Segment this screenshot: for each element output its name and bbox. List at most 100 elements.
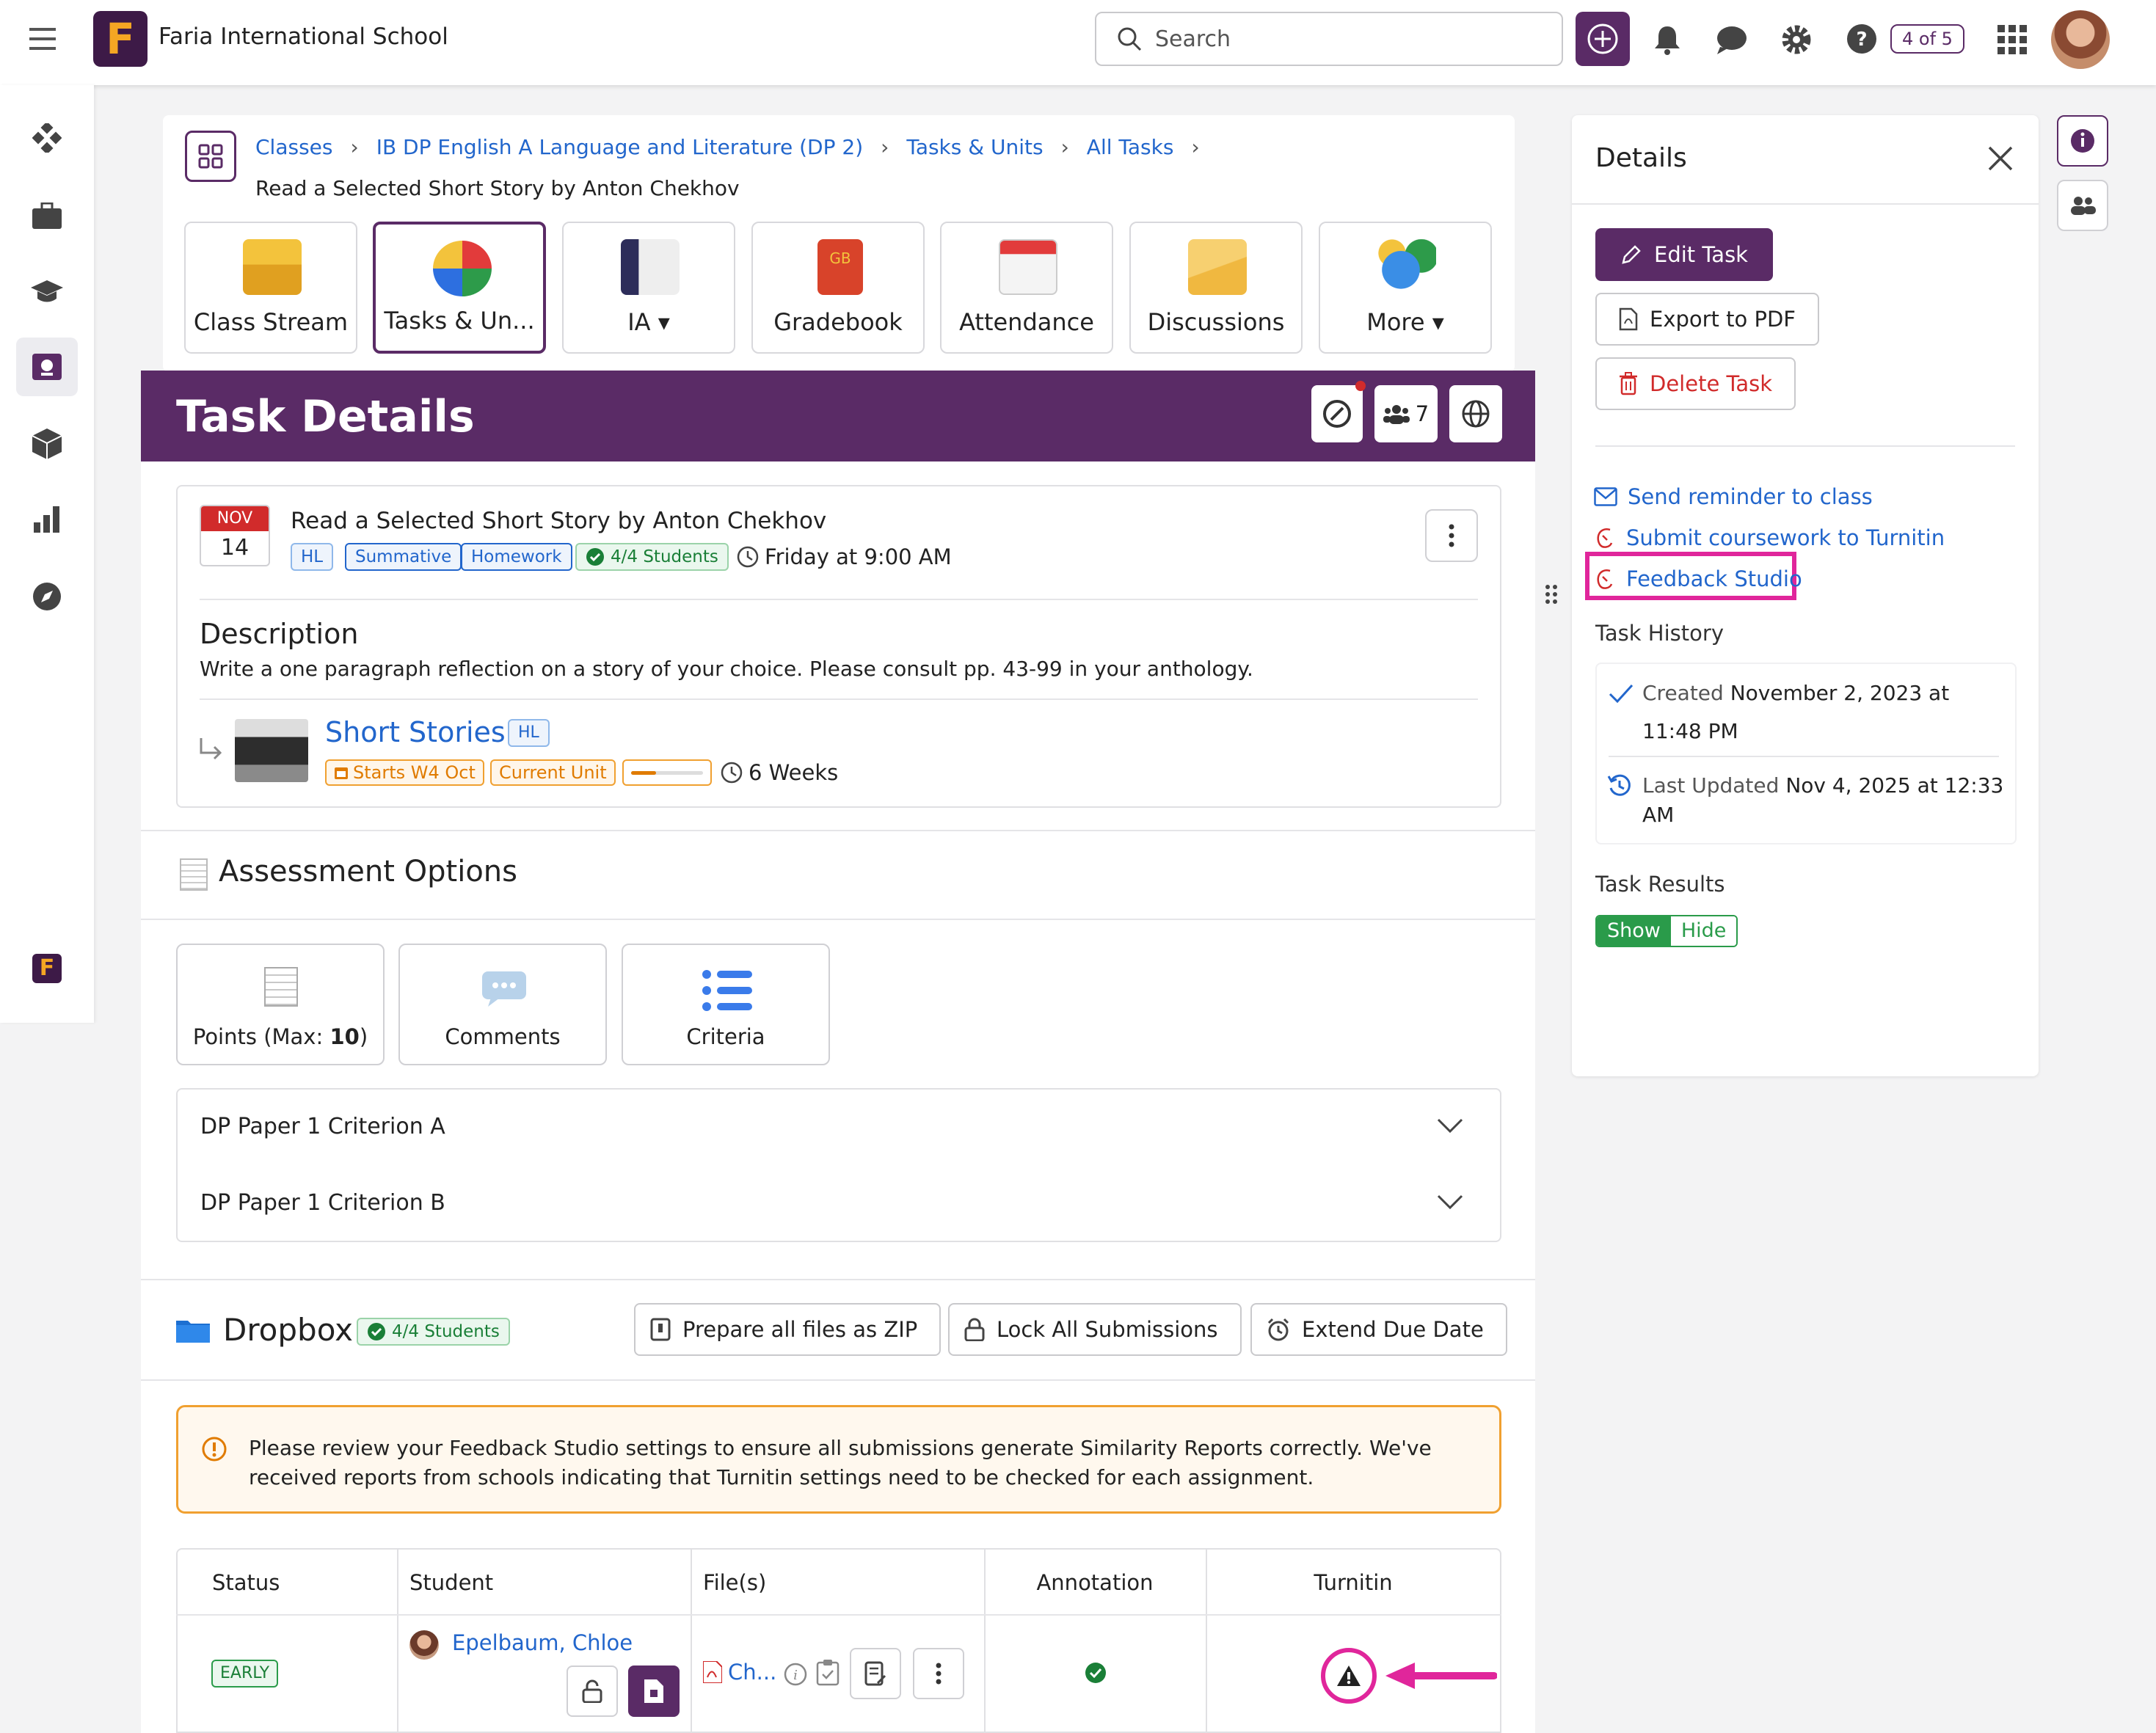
results-toggle: Show Hide [1595, 915, 1738, 947]
globe-button[interactable] [1449, 385, 1502, 442]
zip-button[interactable]: Prepare all files as ZIP [634, 1303, 942, 1356]
student-file-button[interactable] [628, 1665, 680, 1717]
column-turnitin[interactable]: Turnitin [1206, 1570, 1500, 1595]
table-header-divider [176, 1614, 1501, 1616]
unit-progress-bar [622, 759, 712, 786]
dashboard-icon[interactable] [32, 123, 62, 153]
drag-handle-icon[interactable] [1545, 584, 1557, 605]
globe-icon [1462, 400, 1490, 428]
description-heading: Description [200, 618, 359, 650]
ia-icon [621, 239, 680, 295]
column-student[interactable]: Student [409, 1570, 493, 1595]
clock-icon [737, 546, 759, 568]
hide-toggle[interactable]: Hide [1670, 916, 1737, 946]
faria-logo-small[interactable]: F [32, 954, 62, 983]
tile-attendance[interactable]: Attendance [940, 222, 1113, 354]
warning-circle-icon [202, 1437, 227, 1462]
points-option[interactable]: Points (Max: 10) [176, 944, 385, 1065]
info-filled-icon [2071, 129, 2094, 153]
grade-sheet-button[interactable] [850, 1648, 901, 1699]
file-icon [644, 1679, 663, 1703]
page-title: Task Details [176, 391, 475, 442]
chat-icon[interactable] [1716, 25, 1748, 54]
bar-chart-icon[interactable] [34, 506, 60, 533]
gear-icon[interactable] [1780, 23, 1813, 56]
user-avatar[interactable] [2051, 10, 2110, 69]
tile-class-stream[interactable]: Class Stream [184, 222, 357, 354]
kebab-icon [936, 1663, 942, 1685]
count-badge[interactable]: 4 of 5 [1890, 24, 1964, 54]
turnitin-icon [1597, 528, 1613, 548]
unit-name-link[interactable]: Short Stories [325, 716, 506, 748]
details-toggle-button[interactable] [2057, 115, 2108, 167]
envelope-outline-icon [1594, 487, 1617, 506]
criteria-option[interactable]: Criteria [622, 944, 830, 1065]
chevron-down-icon[interactable] [1437, 1194, 1463, 1211]
cube-icon[interactable] [32, 428, 62, 459]
info-icon[interactable]: i [784, 1663, 807, 1686]
help-icon[interactable]: ? [1846, 23, 1877, 54]
hamburger-menu-icon[interactable] [29, 26, 59, 51]
tile-more[interactable]: More ▾ [1319, 222, 1492, 354]
column-annotation[interactable]: Annotation [985, 1570, 1205, 1595]
clipboard-check-icon[interactable] [816, 1660, 840, 1686]
chevron-down-icon[interactable] [1437, 1118, 1463, 1134]
users-icon [1383, 405, 1410, 424]
close-icon[interactable] [1987, 145, 2014, 172]
pencil-icon [1622, 245, 1641, 264]
task-options-button[interactable] [1425, 509, 1478, 562]
unit-progress-fill [631, 771, 657, 775]
speech-bubble-icon [482, 971, 526, 1007]
school-logo[interactable]: F [93, 11, 148, 67]
turnitin-status-button[interactable] [1321, 1648, 1377, 1704]
send-reminder-link[interactable]: Send reminder to class [1594, 484, 1873, 509]
turnitin-warning-alert: Please review your Feedback Studio setti… [176, 1405, 1501, 1514]
divider [200, 698, 1478, 700]
criterion-a[interactable]: DP Paper 1 Criterion A [200, 1114, 445, 1139]
edit-task-button[interactable]: Edit Task [1595, 228, 1773, 281]
students-button[interactable]: 7 [1374, 385, 1438, 442]
file-name-link[interactable]: Ch... [728, 1660, 776, 1685]
extend-due-date-button[interactable]: Extend Due Date [1250, 1303, 1507, 1356]
list-icon [702, 968, 754, 1013]
comments-option[interactable]: Comments [398, 944, 607, 1065]
column-status[interactable]: Status [212, 1570, 280, 1595]
breadcrumb-all-tasks[interactable]: All Tasks [1087, 135, 1174, 159]
divider [141, 1379, 1535, 1381]
breadcrumb-tasks-units[interactable]: Tasks & Units [906, 135, 1043, 159]
lock-all-button[interactable]: Lock All Submissions [948, 1303, 1242, 1356]
breadcrumb-class[interactable]: IB DP English A Language and Literature … [376, 135, 863, 159]
student-name-link[interactable]: Epelbaum, Chloe [452, 1630, 633, 1655]
briefcase-icon[interactable] [32, 203, 62, 229]
graduation-cap-icon[interactable] [31, 279, 63, 307]
tile-discussions[interactable]: Discussions [1129, 222, 1303, 354]
comment-bubble-button[interactable] [1311, 381, 1366, 442]
tile-gradebook[interactable]: GB Gradebook [751, 222, 925, 354]
student-avatar [409, 1630, 439, 1660]
criterion-b[interactable]: DP Paper 1 Criterion B [200, 1190, 445, 1216]
unlock-submission-button[interactable] [567, 1665, 618, 1717]
svg-text:i: i [793, 1668, 798, 1683]
delete-task-button[interactable]: Delete Task [1595, 357, 1796, 410]
classes-icon[interactable] [32, 354, 62, 380]
linked-unit-arrow-icon [198, 737, 225, 762]
bell-icon[interactable] [1653, 23, 1682, 56]
column-files[interactable]: File(s) [703, 1570, 766, 1595]
divider [1595, 445, 2015, 447]
compass-icon[interactable] [32, 582, 62, 611]
search-input[interactable]: Search [1095, 12, 1563, 66]
show-toggle[interactable]: Show [1597, 916, 1671, 946]
tile-ia[interactable]: IA ▾ [562, 222, 735, 354]
apps-grid-icon[interactable] [1997, 25, 2027, 54]
tile-tasks-units[interactable]: Tasks & Un... [373, 222, 546, 354]
class-grid-icon[interactable] [185, 131, 236, 182]
participants-button[interactable] [2057, 180, 2108, 231]
add-button[interactable] [1576, 12, 1630, 66]
export-pdf-button[interactable]: Export to PDF [1595, 293, 1819, 346]
column-divider [691, 1548, 692, 1733]
submit-turnitin-link[interactable]: Submit coursework to Turnitin [1594, 525, 1945, 550]
users-icon [2071, 197, 2096, 215]
row-options-button[interactable] [913, 1648, 964, 1699]
breadcrumb-classes[interactable]: Classes [255, 135, 332, 159]
feedback-studio-link[interactable]: Feedback Studio [1594, 566, 1802, 591]
